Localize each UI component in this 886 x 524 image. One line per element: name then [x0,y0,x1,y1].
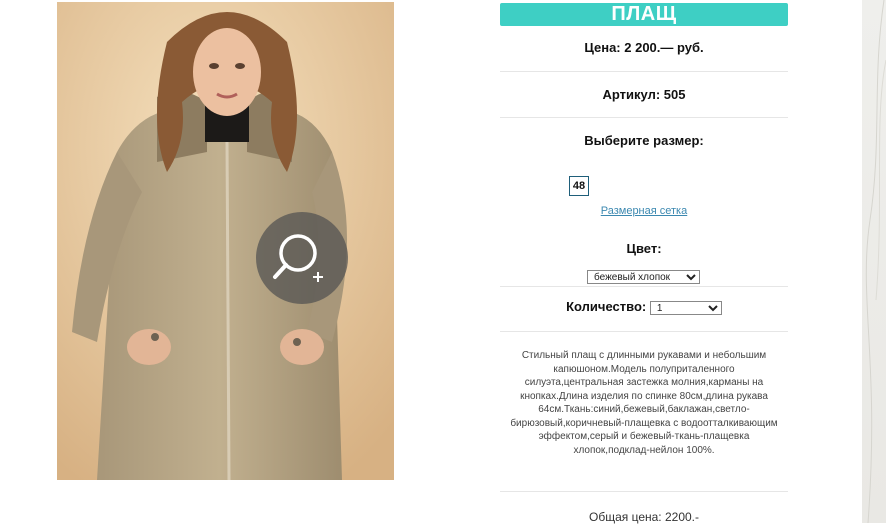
total-price: Общая цена: 2200.- [589,510,699,524]
quantity-select[interactable]: 1 [649,300,722,315]
divider [500,71,788,72]
zoom-in-icon [273,234,323,282]
size-chart-link[interactable]: Размерная сетка [500,205,788,217]
decorative-background [862,0,886,523]
size-option-48[interactable]: 48 [569,176,589,196]
color-select[interactable]: бежевый хлопок [587,270,700,284]
color-label: Цвет: [626,241,662,256]
article-number: Артикул: 505 [602,87,686,102]
divider [500,491,788,492]
divider [500,117,788,118]
size-label: Выберите размер: [584,133,704,148]
quantity-row: Количество: 1 [500,299,788,315]
divider [500,331,788,332]
product-description: Стильный плащ с длинными рукавами и небо… [510,350,778,456]
divider [500,286,788,287]
price: Цена: 2 200.— руб. [584,40,704,55]
zoom-button[interactable] [256,212,348,304]
product-title: ПЛАЩ [500,3,788,26]
product-image[interactable] [57,2,394,480]
quantity-label: Количество: [566,299,647,314]
